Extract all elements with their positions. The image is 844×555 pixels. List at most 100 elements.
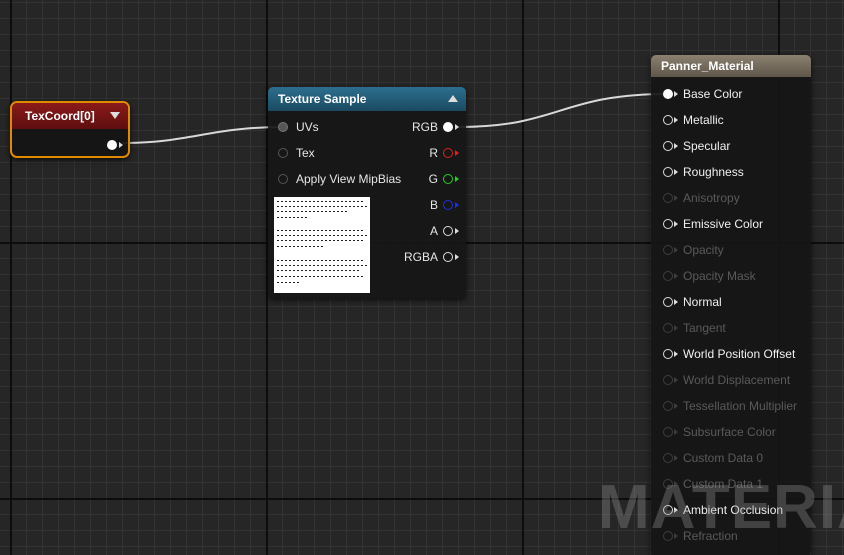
material-pin-label: Emissive Color — [683, 217, 764, 231]
material-input-pin[interactable] — [663, 297, 673, 307]
output-pin-rgba[interactable]: RGBA — [400, 249, 462, 265]
material-input-pin[interactable] — [663, 89, 673, 99]
texture-preview-thumbnail — [274, 197, 370, 293]
pin-arrow-icon — [119, 142, 123, 148]
pin-arrow-icon — [674, 299, 678, 305]
material-input-pin[interactable] — [663, 115, 673, 125]
material-pin-row[interactable]: Anisotropy — [663, 190, 811, 206]
output-pin-a[interactable]: A — [400, 223, 462, 239]
mipbias-pin[interactable] — [278, 174, 288, 184]
pin-arrow-icon — [674, 247, 678, 253]
wire-texcoord-to-uvs — [121, 126, 284, 144]
material-input-pin[interactable] — [663, 427, 673, 437]
material-pin-row[interactable]: Tangent — [663, 320, 811, 336]
material-pin-label: Subsurface Color — [683, 425, 776, 439]
output-pin-r[interactable]: R — [400, 145, 462, 161]
material-pin-row[interactable]: Opacity Mask — [663, 268, 811, 284]
material-pin-row[interactable]: World Displacement — [663, 372, 811, 388]
output-pin-rgb[interactable]: RGB — [400, 119, 462, 135]
pin-arrow-icon — [455, 228, 459, 234]
material-pin-label: Metallic — [683, 113, 724, 127]
b-pin[interactable] — [443, 200, 453, 210]
pin-arrow-icon — [674, 117, 678, 123]
material-input-pin[interactable] — [663, 141, 673, 151]
pin-arrow-icon — [455, 124, 459, 130]
material-pin-label: Opacity — [683, 243, 724, 257]
material-pin-label: Tessellation Multiplier — [683, 399, 798, 413]
material-pin-row[interactable]: Opacity — [663, 242, 811, 258]
material-pin-row[interactable]: Normal — [663, 294, 811, 310]
input-label: UVs — [296, 120, 319, 134]
material-pin-label: World Position Offset — [683, 347, 796, 361]
g-pin[interactable] — [443, 174, 453, 184]
material-pin-label: Roughness — [683, 165, 744, 179]
material-pin-row[interactable]: Roughness — [663, 164, 811, 180]
r-pin[interactable] — [443, 148, 453, 158]
pin-arrow-icon — [674, 429, 678, 435]
material-pin-row[interactable]: World Position Offset — [663, 346, 811, 362]
material-pin-label: Specular — [683, 139, 731, 153]
pin-arrow-icon — [674, 403, 678, 409]
output-pin-b[interactable]: B — [400, 197, 462, 213]
material-pin-label: Tangent — [683, 321, 726, 335]
input-pin-tex[interactable]: Tex — [278, 145, 418, 161]
material-pin-row[interactable]: Subsurface Color — [663, 424, 811, 440]
material-input-pin[interactable] — [663, 453, 673, 463]
material-input-pin[interactable] — [663, 193, 673, 203]
output-label: A — [429, 224, 438, 238]
wire-rgb-to-basecolor — [457, 93, 669, 128]
pin-arrow-icon — [674, 221, 678, 227]
pin-arrow-icon — [455, 176, 459, 182]
material-input-pin[interactable] — [663, 271, 673, 281]
pin-arrow-icon — [674, 377, 678, 383]
material-pin-label: Normal — [683, 295, 722, 309]
material-watermark: MATERIAL — [598, 473, 844, 542]
material-pin-label: Custom Data 0 — [683, 451, 764, 465]
material-pin-label: Base Color — [683, 87, 743, 101]
output-label: RGBA — [403, 250, 438, 264]
material-input-pin[interactable] — [663, 219, 673, 229]
output-label: B — [429, 198, 438, 212]
output-label: RGB — [411, 120, 438, 134]
rgb-pin[interactable] — [443, 122, 453, 132]
material-input-pin[interactable] — [663, 167, 673, 177]
input-pin-uvs[interactable]: UVs — [278, 119, 418, 135]
a-pin[interactable] — [443, 226, 453, 236]
tex-pin[interactable] — [278, 148, 288, 158]
input-label: Apply View MipBias — [296, 172, 402, 186]
texcoord-node[interactable]: TexCoord[0] — [10, 101, 130, 158]
material-input-pin[interactable] — [663, 349, 673, 359]
output-label: R — [429, 146, 438, 160]
material-pin-row[interactable]: Specular — [663, 138, 811, 154]
material-input-pin[interactable] — [663, 245, 673, 255]
pin-arrow-icon — [674, 143, 678, 149]
pin-arrow-icon — [674, 325, 678, 331]
pin-arrow-icon — [455, 202, 459, 208]
material-input-pin[interactable] — [663, 375, 673, 385]
pin-arrow-icon — [455, 150, 459, 156]
material-pin-row[interactable]: Emissive Color — [663, 216, 811, 232]
collapse-arrow-icon[interactable] — [110, 112, 120, 119]
material-title: Panner_Material — [651, 55, 811, 77]
pin-arrow-icon — [455, 254, 459, 260]
material-pin-row[interactable]: Tessellation Multiplier — [663, 398, 811, 414]
pin-arrow-icon — [674, 455, 678, 461]
pin-arrow-icon — [674, 195, 678, 201]
material-input-pin[interactable] — [663, 401, 673, 411]
output-label: G — [428, 172, 438, 186]
pin-arrow-icon — [674, 169, 678, 175]
material-pin-label: Opacity Mask — [683, 269, 756, 283]
material-pin-row[interactable]: Base Color — [663, 86, 811, 102]
material-pin-label: Anisotropy — [683, 191, 740, 205]
material-pin-label: World Displacement — [683, 373, 791, 387]
output-pin-g[interactable]: G — [400, 171, 462, 187]
texcoord-output-pin[interactable] — [107, 140, 117, 150]
material-pin-row[interactable]: Custom Data 0 — [663, 450, 811, 466]
pin-arrow-icon — [674, 351, 678, 357]
material-input-pin[interactable] — [663, 323, 673, 333]
collapse-arrow-icon[interactable] — [448, 95, 458, 102]
uvs-pin[interactable] — [278, 122, 288, 132]
rgba-pin[interactable] — [443, 252, 453, 262]
material-pin-row[interactable]: Metallic — [663, 112, 811, 128]
input-pin-apply-view-mipbias[interactable]: Apply View MipBias — [278, 171, 418, 187]
